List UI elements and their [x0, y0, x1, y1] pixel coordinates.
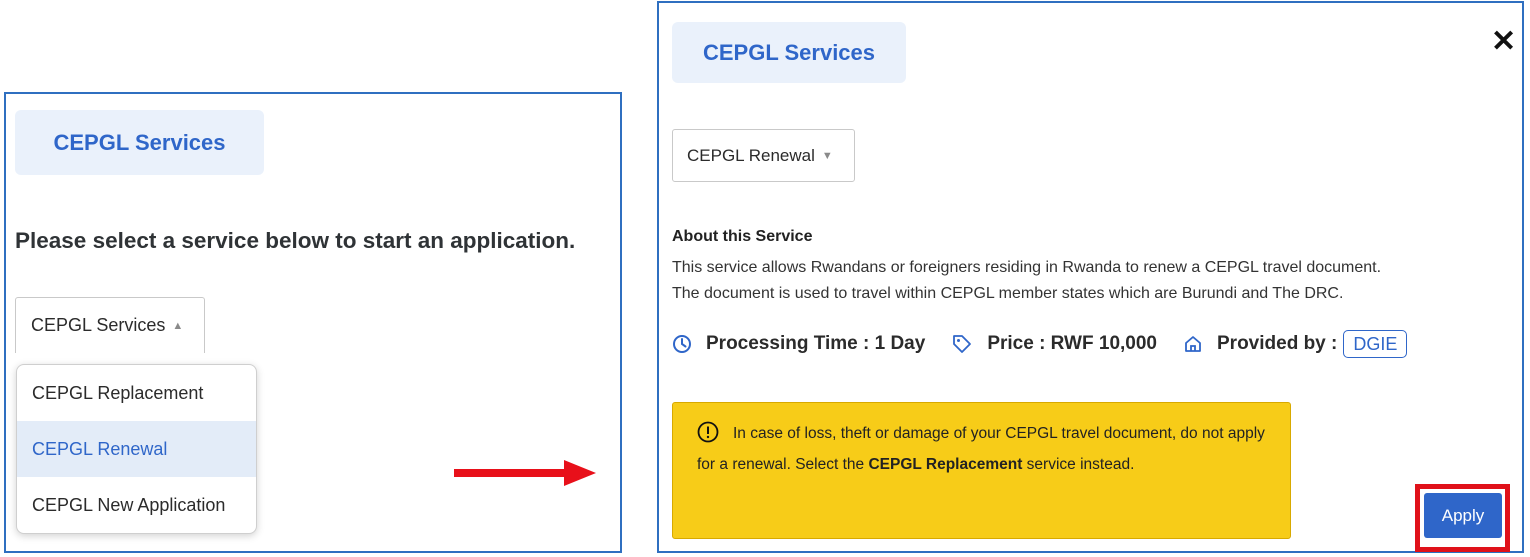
caret-up-icon: ▲ [172, 319, 184, 332]
about-service-title: About this Service [672, 228, 813, 245]
caret-down-icon: ▼ [821, 149, 833, 162]
exclamation-circle-icon [697, 421, 719, 452]
cepgl-services-tab[interactable]: CEPGL Services [672, 22, 906, 83]
option-cepgl-renewal[interactable]: CEPGL Renewal [17, 421, 256, 477]
warning-text-2: service instead. [1022, 456, 1135, 473]
cepgl-services-tab[interactable]: CEPGL Services [15, 110, 264, 175]
about-line-1: This service allows Rwandans or foreigne… [672, 259, 1382, 276]
service-select-dropdown[interactable]: CEPGL Renewal ▼ [672, 129, 855, 182]
price: Price : RWF 10,000 [987, 333, 1157, 354]
warning-notice: In case of loss, theft or damage of your… [672, 402, 1291, 539]
option-cepgl-new-application[interactable]: CEPGL New Application [17, 477, 256, 533]
service-options-menu: CEPGL Replacement CEPGL Renewal CEPGL Ne… [16, 364, 257, 534]
red-arrow-icon [454, 460, 596, 486]
service-meta-row: Processing Time : 1 Day Price : RWF 10,0… [672, 329, 1408, 359]
about-service-description: This service allows Rwandans or foreigne… [672, 255, 1512, 307]
provided-by-label: Provided by : [1217, 333, 1338, 354]
processing-time: Processing Time : 1 Day [706, 333, 926, 354]
tag-icon [951, 333, 973, 355]
warning-text-bold: CEPGL Replacement [868, 456, 1023, 473]
apply-highlight-box: Apply [1415, 484, 1510, 552]
clock-icon [672, 334, 692, 354]
service-select-value: CEPGL Renewal [687, 145, 815, 165]
service-select-dropdown[interactable]: CEPGL Services ▲ [15, 297, 205, 353]
close-icon[interactable]: ✕ [1491, 27, 1516, 57]
home-icon [1183, 334, 1203, 354]
service-details-panel: CEPGL Services ✕ CEPGL Renewal ▼ About t… [657, 1, 1524, 553]
provider-badge[interactable]: DGIE [1343, 330, 1408, 358]
select-service-prompt: Please select a service below to start a… [15, 228, 576, 253]
about-line-2: The document is used to travel within CE… [672, 285, 1344, 302]
option-cepgl-replacement[interactable]: CEPGL Replacement [17, 365, 256, 421]
service-select-value: CEPGL Services [31, 315, 166, 335]
apply-button[interactable]: Apply [1424, 493, 1502, 538]
